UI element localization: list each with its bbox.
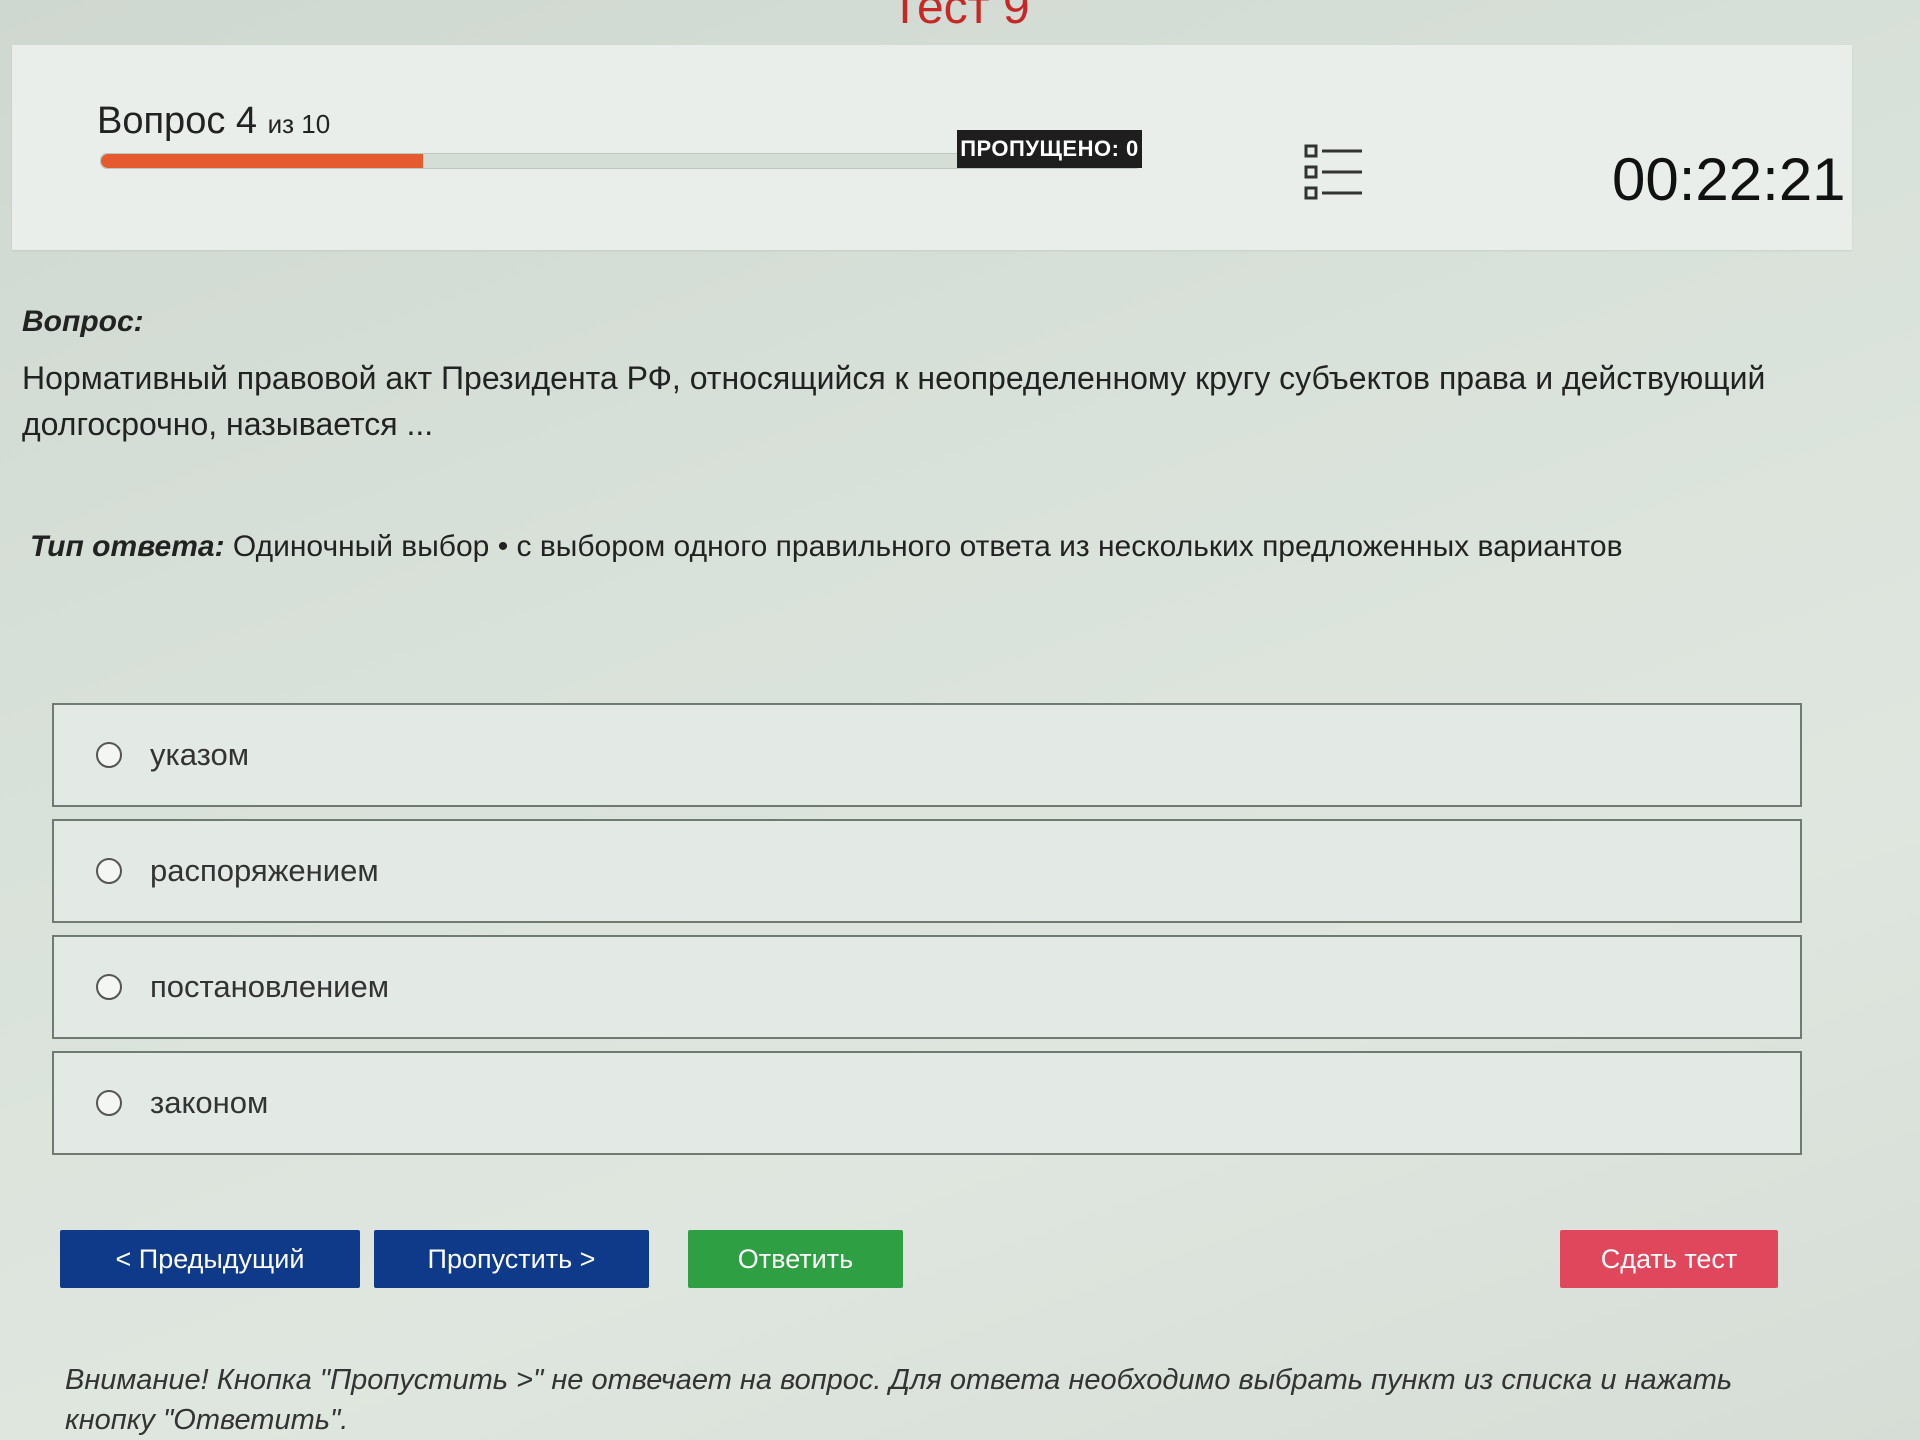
answer-option-label: законом — [150, 1085, 269, 1120]
answer-option-label: указом — [150, 737, 250, 772]
radio-button[interactable] — [96, 1090, 122, 1116]
answer-option[interactable]: законом — [52, 1051, 1802, 1155]
answer-type: Тип ответа: Одиночный выбор • с выбором … — [30, 530, 1623, 564]
progress-bar-fill — [101, 154, 424, 168]
skipped-count-badge: ПРОПУЩЕНО: 0 — [957, 130, 1142, 168]
answer-type-label: Тип ответа: — [30, 530, 225, 563]
previous-button[interactable]: < Предыдущий — [60, 1230, 360, 1288]
answer-options: указом распоряжением постановлением зако… — [52, 703, 1802, 1167]
question-counter: Вопрос 4 из 10 — [97, 100, 330, 143]
skip-button[interactable]: Пропустить > — [374, 1230, 649, 1288]
countdown-timer: 00:22:21 — [1612, 146, 1846, 213]
question-label: Вопрос: — [22, 305, 144, 338]
answer-button[interactable]: Ответить — [688, 1230, 903, 1288]
page-title: Тест 9 — [890, 0, 1030, 34]
answer-option-label: постановлением — [150, 969, 390, 1004]
list-icon[interactable] — [1302, 140, 1366, 204]
radio-button[interactable] — [96, 974, 122, 1000]
radio-button[interactable] — [96, 742, 122, 768]
warning-note: Внимание! Кнопка "Пропустить >" не отвеч… — [65, 1364, 1733, 1436]
question-header-panel: Вопрос 4 из 10 ПРОПУЩЕНО: 0 00:22:21 — [12, 45, 1852, 250]
question-number: Вопрос 4 — [97, 100, 258, 142]
radio-button[interactable] — [96, 858, 122, 884]
answer-option-label: распоряжением — [150, 853, 379, 888]
answer-option[interactable]: постановлением — [52, 935, 1802, 1039]
answer-type-value: Одиночный выбор • с выбором одного прави… — [232, 530, 1623, 563]
finish-test-button[interactable]: Сдать тест — [1560, 1230, 1778, 1288]
answer-option[interactable]: указом — [52, 703, 1802, 807]
action-buttons: < Предыдущий Пропустить > Ответить Сдать… — [60, 1230, 1780, 1290]
question-total: из 10 — [267, 109, 331, 139]
answer-option[interactable]: распоряжением — [52, 819, 1802, 923]
question-text: Нормативный правовой акт Президента РФ, … — [22, 360, 1766, 442]
